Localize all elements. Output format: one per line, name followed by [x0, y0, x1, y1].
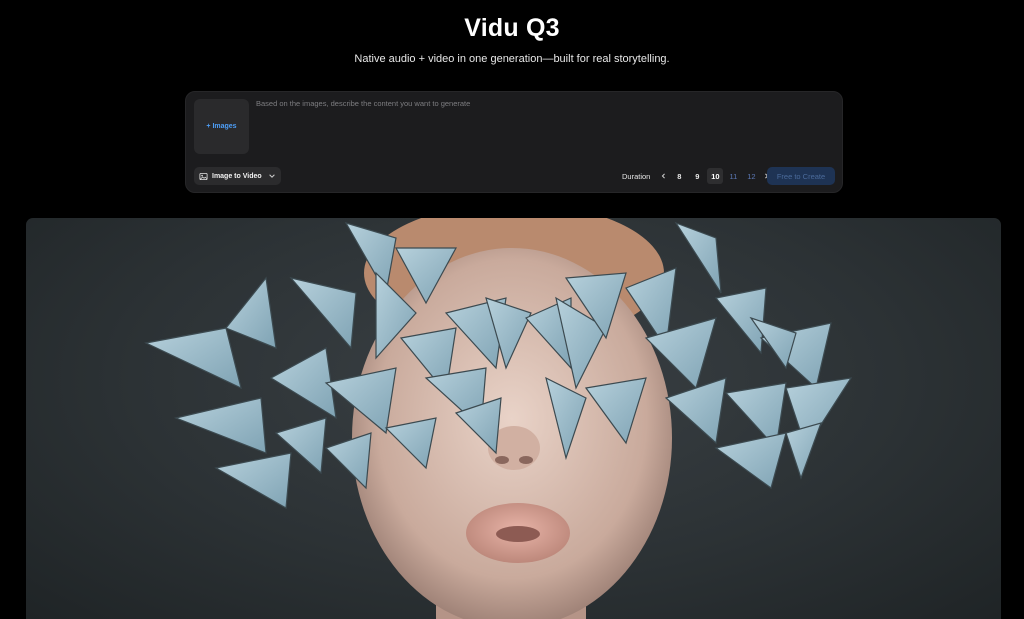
- image-video-icon: [199, 172, 208, 181]
- duration-option-9[interactable]: 9: [689, 168, 705, 184]
- butterfly-face-image: [144, 218, 853, 619]
- duration-selector: Duration 8 9 10 11 12: [622, 167, 772, 185]
- duration-option-12[interactable]: 12: [743, 168, 759, 184]
- create-button[interactable]: Free to Create: [767, 167, 835, 185]
- mode-label: Image to Video: [212, 172, 262, 180]
- add-images-label: + Images: [206, 123, 237, 130]
- mode-select[interactable]: Image to Video: [194, 167, 281, 185]
- duration-label: Duration: [622, 171, 651, 181]
- prompt-input[interactable]: [256, 99, 826, 149]
- page-subtitle: Native audio + video in one generation—b…: [354, 53, 670, 65]
- video-preview[interactable]: [26, 218, 1001, 619]
- duration-option-10[interactable]: 10: [707, 168, 724, 184]
- page-title: Vidu Q3: [464, 14, 560, 42]
- duration-option-11[interactable]: 11: [725, 168, 741, 184]
- prompt-composer: + Images Image to Video Duration: [185, 91, 843, 193]
- duration-option-8[interactable]: 8: [671, 168, 687, 184]
- chevron-down-icon: [268, 172, 276, 180]
- chevron-left-icon: [662, 173, 666, 179]
- add-images-button[interactable]: + Images: [194, 99, 249, 154]
- duration-prev-button[interactable]: [658, 167, 669, 185]
